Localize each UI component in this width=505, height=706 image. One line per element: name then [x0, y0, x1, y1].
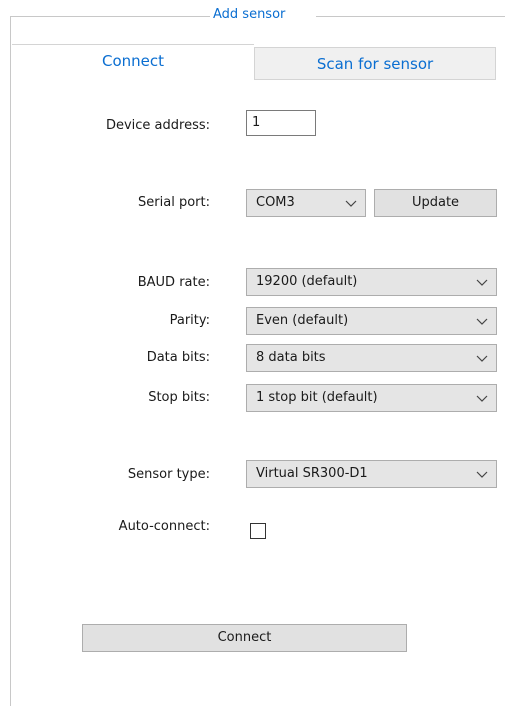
groupbox-border-top-left [10, 16, 210, 17]
groupbox-border-top-right [316, 16, 505, 17]
chevron-down-icon [476, 269, 488, 295]
chevron-down-icon [476, 385, 488, 411]
parity-select[interactable]: Even (default) [246, 307, 497, 335]
auto-connect-checkbox[interactable] [250, 523, 266, 539]
sensor-type-select[interactable]: Virtual SR300-D1 [246, 460, 497, 488]
parity-value: Even (default) [256, 313, 349, 328]
connect-button[interactable]: Connect [82, 624, 407, 652]
stop-bits-select[interactable]: 1 stop bit (default) [246, 384, 497, 412]
data-bits-label: Data bits: [146, 350, 210, 365]
tab-scan-for-sensor[interactable]: Scan for sensor [254, 47, 496, 80]
tab-connect[interactable]: Connect [12, 44, 254, 80]
device-address-input[interactable]: 1 [246, 110, 316, 136]
baud-rate-label: BAUD rate: [137, 275, 210, 290]
serial-port-label: Serial port: [138, 195, 210, 210]
parity-label: Parity: [169, 313, 210, 328]
baud-rate-select[interactable]: 19200 (default) [246, 268, 497, 296]
data-bits-select[interactable]: 8 data bits [246, 344, 497, 372]
update-button[interactable]: Update [374, 189, 497, 217]
chevron-down-icon [476, 308, 488, 334]
device-address-label: Device address: [105, 118, 210, 133]
sensor-type-label: Sensor type: [127, 467, 210, 482]
chevron-down-icon [476, 345, 488, 371]
auto-connect-label: Auto-connect: [118, 519, 210, 534]
serial-port-select[interactable]: COM3 [246, 189, 366, 217]
data-bits-value: 8 data bits [256, 350, 326, 365]
stop-bits-value: 1 stop bit (default) [256, 390, 378, 405]
groupbox-title: Add sensor [213, 7, 286, 22]
serial-port-value: COM3 [256, 195, 295, 210]
chevron-down-icon [345, 190, 357, 216]
sensor-type-value: Virtual SR300-D1 [256, 466, 368, 481]
baud-rate-value: 19200 (default) [256, 274, 358, 289]
chevron-down-icon [476, 461, 488, 487]
stop-bits-label: Stop bits: [148, 390, 210, 405]
